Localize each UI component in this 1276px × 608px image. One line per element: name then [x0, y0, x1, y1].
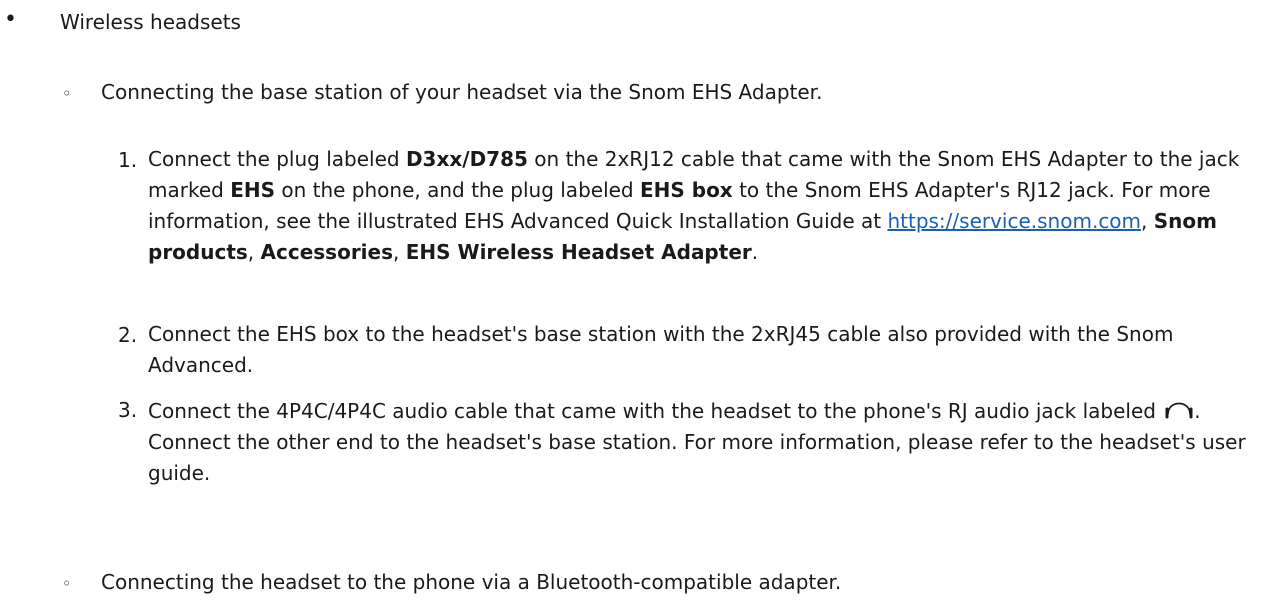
- label-ehs-box: EHS box: [639, 178, 733, 202]
- step-2-text: Connect the EHS box to the headset's bas…: [148, 322, 1174, 377]
- step-2-number: 2.: [118, 323, 138, 347]
- label-ehs-wireless-headset-adapter: EHS Wireless Headset Adapter: [405, 240, 752, 264]
- headset-icon: [1164, 394, 1194, 420]
- service-snom-link[interactable]: https://service.snom.com: [887, 209, 1141, 233]
- heading-bluetooth-adapter: Connecting the headset to the phone via …: [101, 570, 842, 594]
- step-1-number: 1.: [118, 148, 138, 172]
- step-3-text: Connect the 4P4C/4P4C audio cable that c…: [148, 394, 1248, 489]
- label-d3xx-d785: D3xx/D785: [405, 147, 528, 171]
- label-accessories: Accessories: [260, 240, 394, 264]
- label-ehs: EHS: [230, 178, 275, 202]
- bullet-bluetooth: ◦: [62, 574, 72, 593]
- heading-wireless-headsets: Wireless headsets: [60, 10, 241, 34]
- heading-ehs-adapter: Connecting the base station of your head…: [101, 80, 823, 104]
- bullet-wireless: •: [4, 7, 17, 32]
- bullet-ehs: ◦: [62, 84, 72, 103]
- step-3-number: 3.: [118, 398, 138, 422]
- step-1-text: Connect the plug labeled D3xx/D785 on th…: [148, 147, 1240, 264]
